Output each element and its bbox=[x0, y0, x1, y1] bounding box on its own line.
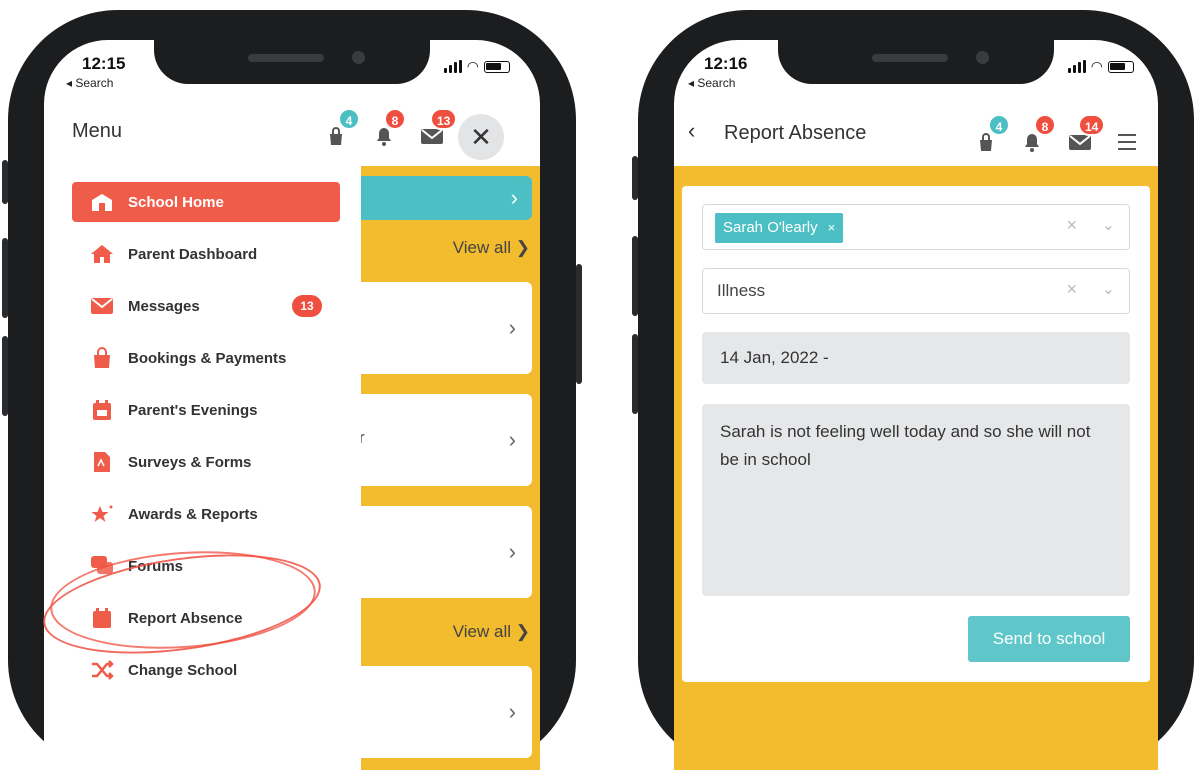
mute-switch bbox=[632, 156, 638, 200]
menu-item-parents-evenings[interactable]: Parent's Evenings bbox=[72, 390, 340, 430]
notch bbox=[778, 40, 1054, 84]
menu-item-bookings-payments[interactable]: Bookings & Payments bbox=[72, 338, 340, 378]
report-absence-form: Sarah O'learly × × ⌄ Illness × ⌄ 14 Jan, … bbox=[682, 186, 1150, 682]
send-to-school-button[interactable]: Send to school bbox=[968, 616, 1130, 662]
menu-item-label: Awards & Reports bbox=[128, 505, 258, 523]
power-button bbox=[576, 264, 582, 384]
system-icons: ◠ bbox=[1067, 58, 1134, 75]
view-all-link[interactable]: View all ❯ bbox=[453, 238, 530, 258]
notch bbox=[154, 40, 430, 84]
menu-item-label: Parent Dashboard bbox=[128, 245, 258, 263]
menu-title: Menu bbox=[72, 120, 123, 142]
shopping-bag-icon bbox=[90, 347, 114, 369]
clear-icon[interactable]: × bbox=[1066, 215, 1077, 236]
right-screen: 12:16 ◂ Search ◠ ‹ Report Absence 4 8 14 bbox=[674, 40, 1158, 770]
status-time: 12:16 bbox=[704, 54, 748, 73]
page-header: ‹ Report Absence 4 8 14 bbox=[674, 110, 1158, 174]
menu-item-change-school[interactable]: Change School bbox=[72, 650, 340, 690]
chevron-down-icon[interactable]: ⌄ bbox=[1102, 279, 1115, 299]
card-text-fragment: r bbox=[361, 428, 365, 447]
right-phone: 12:16 ◂ Search ◠ ‹ Report Absence 4 8 14 bbox=[632, 10, 1194, 770]
battery-icon bbox=[484, 60, 510, 73]
reason-select[interactable]: Illness × ⌄ bbox=[702, 268, 1130, 314]
shuffle-icon bbox=[90, 659, 114, 681]
page-title: Report Absence bbox=[724, 122, 867, 144]
back-button[interactable]: ‹ bbox=[688, 118, 695, 144]
student-name: Sarah O'learly bbox=[723, 219, 818, 236]
bell-icon[interactable] bbox=[1022, 132, 1042, 152]
menu-item-label: Parent's Evenings bbox=[128, 401, 258, 419]
content-card[interactable]: › bbox=[361, 506, 532, 598]
school-icon bbox=[90, 191, 114, 213]
mail-badge: 14 bbox=[1078, 114, 1106, 136]
system-icons: ◠ bbox=[443, 58, 510, 75]
left-screen: 12:15 ◂ Search ◠ › View all ❯ › › r › Vi… bbox=[44, 40, 540, 770]
student-select[interactable]: Sarah O'learly × × ⌄ bbox=[702, 204, 1130, 250]
menu-item-messages[interactable]: Messages 13 bbox=[72, 286, 340, 326]
menu-header: Menu 4 8 13 ✕ bbox=[44, 108, 540, 166]
menu-item-label: Change School bbox=[128, 661, 238, 679]
messages-count-badge: 13 bbox=[292, 295, 322, 317]
hamburger-menu-icon[interactable] bbox=[1118, 134, 1136, 155]
volume-down-button bbox=[2, 336, 8, 416]
calendar-icon bbox=[90, 399, 114, 421]
reason-value: Illness bbox=[717, 281, 766, 300]
signal-icon bbox=[443, 60, 462, 73]
form-area: Sarah O'learly × × ⌄ Illness × ⌄ 14 Jan, … bbox=[674, 166, 1158, 770]
view-all-link[interactable]: View all ❯ bbox=[453, 622, 530, 642]
remove-chip-icon[interactable]: × bbox=[828, 220, 836, 235]
menu-item-label: Surveys & Forms bbox=[128, 453, 252, 471]
background-content: › View all ❯ › › r › View all ❯ › bbox=[361, 166, 540, 770]
volume-down-button bbox=[632, 334, 638, 414]
mail-badge: 13 bbox=[430, 108, 458, 130]
menu-item-label: Bookings & Payments bbox=[128, 349, 287, 367]
back-to-search-link[interactable]: ◂ Search bbox=[688, 76, 735, 90]
bag-badge: 4 bbox=[988, 114, 1010, 136]
message-text: Sarah is not feeling well today and so s… bbox=[720, 422, 1091, 469]
star-icon bbox=[90, 503, 114, 525]
banner-chevron[interactable]: › bbox=[361, 176, 532, 220]
date-field[interactable]: 14 Jan, 2022 - bbox=[702, 332, 1130, 384]
close-menu-button[interactable]: ✕ bbox=[458, 114, 504, 160]
wifi-icon: ◠ bbox=[1090, 58, 1103, 74]
shopping-bag-icon[interactable] bbox=[326, 126, 346, 146]
mute-switch bbox=[2, 160, 8, 204]
side-menu: School Home Parent Dashboard Messages 13… bbox=[44, 166, 361, 770]
bag-badge: 4 bbox=[338, 108, 360, 130]
volume-up-button bbox=[632, 236, 638, 316]
content-card[interactable]: › bbox=[361, 394, 532, 486]
shopping-bag-icon[interactable] bbox=[976, 132, 996, 152]
menu-item-school-home[interactable]: School Home bbox=[72, 182, 340, 222]
battery-icon bbox=[1108, 60, 1134, 73]
signal-icon bbox=[1067, 60, 1086, 73]
menu-item-label: School Home bbox=[128, 193, 224, 211]
mail-icon bbox=[90, 295, 114, 317]
bell-badge: 8 bbox=[384, 108, 406, 130]
student-chip: Sarah O'learly × bbox=[715, 213, 844, 243]
menu-item-parent-dashboard[interactable]: Parent Dashboard bbox=[72, 234, 340, 274]
menu-item-awards-reports[interactable]: Awards & Reports bbox=[72, 494, 340, 534]
menu-item-label: Messages bbox=[128, 297, 200, 315]
wifi-icon: ◠ bbox=[466, 58, 479, 74]
clear-icon[interactable]: × bbox=[1066, 279, 1077, 300]
bell-badge: 8 bbox=[1034, 114, 1056, 136]
back-to-search-link[interactable]: ◂ Search bbox=[66, 76, 113, 90]
home-icon bbox=[90, 243, 114, 265]
date-value: 14 Jan, 2022 - bbox=[720, 348, 829, 367]
status-time: 12:15 bbox=[82, 54, 126, 73]
chevron-down-icon[interactable]: ⌄ bbox=[1102, 215, 1115, 235]
message-textarea[interactable]: Sarah is not feeling well today and so s… bbox=[702, 404, 1130, 596]
left-phone: 12:15 ◂ Search ◠ › View all ❯ › › r › Vi… bbox=[2, 10, 582, 770]
volume-up-button bbox=[2, 238, 8, 318]
content-card[interactable]: › bbox=[361, 282, 532, 374]
document-icon bbox=[90, 451, 114, 473]
content-card[interactable]: › bbox=[361, 666, 532, 758]
menu-item-surveys-forms[interactable]: Surveys & Forms bbox=[72, 442, 340, 482]
